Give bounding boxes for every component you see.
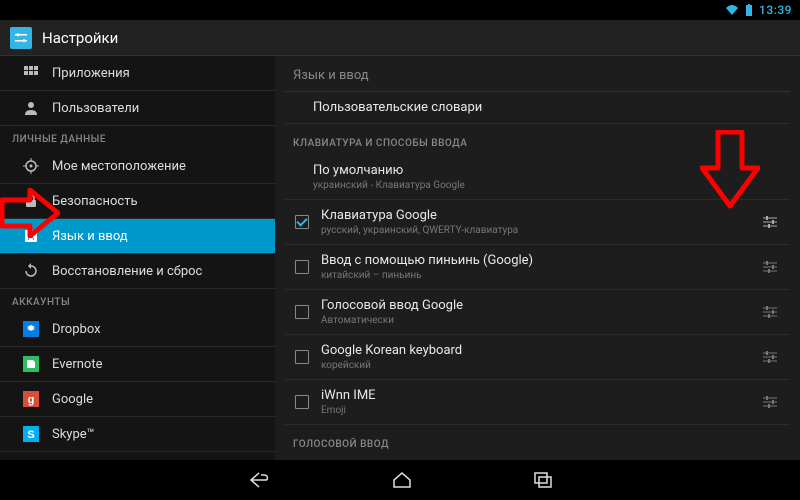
battery-icon: [745, 4, 753, 17]
row-voice-search[interactable]: Голосовой поиск: [285, 456, 790, 460]
sidebar-item-label: Безопасность: [52, 194, 138, 209]
detail-pane[interactable]: Язык и ввод Пользовательские словари КЛА…: [275, 56, 800, 460]
sidebar-item-label: Пользователи: [52, 101, 139, 116]
settings-sidebar[interactable]: Приложения Пользователи ЛИЧНЫЕ ДАННЫЕ Мо…: [0, 56, 275, 460]
nav-home-button[interactable]: [391, 470, 413, 490]
settings-sliders-icon[interactable]: [756, 258, 784, 276]
row-ime-korean[interactable]: Google Korean keyboard корейский: [285, 335, 790, 380]
sidebar-item-backup-reset[interactable]: Восстановление и сброс: [0, 254, 275, 289]
sidebar-item-label: Мое местоположение: [52, 159, 186, 174]
row-ime-iwnn[interactable]: iWnn IME Emoji: [285, 380, 790, 425]
settings-sliders-icon[interactable]: [756, 348, 784, 366]
dropbox-icon: [22, 320, 40, 338]
checkbox[interactable]: [291, 350, 313, 364]
sidebar-header-accounts: АККАУНТЫ: [0, 289, 275, 312]
sidebar-item-label: Приложения: [52, 66, 130, 81]
sidebar-item-location[interactable]: Мое местоположение: [0, 149, 275, 184]
sidebar-item-users[interactable]: Пользователи: [0, 91, 275, 126]
row-subtitle: Emoji: [321, 405, 748, 416]
sidebar-item-label: Dropbox: [52, 322, 101, 337]
sidebar-item-google[interactable]: g Google: [0, 382, 275, 417]
row-title: iWnn IME: [321, 388, 748, 403]
backup-icon: [22, 262, 40, 280]
sidebar-item-dropbox[interactable]: Dropbox: [0, 312, 275, 347]
row-title: Клавиатура Google: [321, 208, 748, 223]
wifi-icon: [725, 4, 739, 16]
sidebar-item-label: Язык и ввод: [52, 229, 128, 244]
sidebar-item-skype[interactable]: S Skype™: [0, 417, 275, 452]
nav-recent-button[interactable]: [533, 471, 553, 489]
checkbox[interactable]: [291, 260, 313, 274]
google-icon: g: [22, 390, 40, 408]
settings-app-icon[interactable]: [10, 27, 32, 49]
checkbox[interactable]: [291, 215, 313, 229]
status-bar: 13:39: [0, 0, 800, 20]
sidebar-item-label: Evernote: [52, 357, 102, 372]
nav-back-button[interactable]: [247, 470, 271, 490]
row-subtitle: Автоматически: [321, 315, 748, 326]
sidebar-item-vk[interactable]: B ВКонтакте: [0, 452, 275, 460]
row-user-dictionaries[interactable]: Пользовательские словари: [285, 92, 790, 124]
clock: 13:39: [759, 3, 792, 17]
row-title: Ввод с помощью пиньинь (Google): [321, 253, 748, 268]
row-subtitle: русский, украинский, QWERTY-клавиатура: [321, 225, 748, 236]
sidebar-header-personal: ЛИЧНЫЕ ДАННЫЕ: [0, 126, 275, 149]
main-content: Приложения Пользователи ЛИЧНЫЕ ДАННЫЕ Мо…: [0, 56, 800, 460]
users-icon: [22, 99, 40, 117]
row-subtitle: китайский – пиньинь: [321, 270, 748, 281]
annotation-arrow-left: [0, 188, 60, 238]
svg-text:g: g: [28, 394, 35, 406]
settings-sliders-icon[interactable]: [756, 303, 784, 321]
row-ime-pinyin[interactable]: Ввод с помощью пиньинь (Google) китайски…: [285, 245, 790, 290]
nav-bar: [0, 460, 800, 500]
action-bar: Настройки: [0, 20, 800, 56]
row-title: Голосовой ввод Google: [321, 298, 748, 313]
evernote-icon: [22, 355, 40, 373]
location-icon: [22, 157, 40, 175]
row-title: Пользовательские словари: [313, 100, 784, 115]
sidebar-item-label: Skype™: [52, 427, 95, 442]
page-title: Настройки: [42, 29, 118, 47]
row-ime-voice-google[interactable]: Голосовой ввод Google Автоматически: [285, 290, 790, 335]
sidebar-item-label: Восстановление и сброс: [52, 264, 202, 279]
settings-sliders-icon[interactable]: [756, 393, 784, 411]
checkbox[interactable]: [291, 395, 313, 409]
apps-icon: [22, 64, 40, 82]
screen: 13:39 Настройки Приложения Пользователи …: [0, 0, 800, 500]
settings-sliders-icon[interactable]: [756, 213, 784, 231]
checkbox[interactable]: [291, 305, 313, 319]
detail-pane-title: Язык и ввод: [285, 56, 790, 92]
sidebar-item-evernote[interactable]: Evernote: [0, 347, 275, 382]
sidebar-item-label: Google: [52, 392, 93, 407]
row-subtitle: корейский: [321, 360, 748, 371]
skype-icon: S: [22, 425, 40, 443]
sidebar-item-apps[interactable]: Приложения: [0, 56, 275, 91]
annotation-arrow-right: [700, 130, 760, 210]
row-title: Google Korean keyboard: [321, 343, 748, 358]
group-voice-header: ГОЛОСОВОЙ ВВОД: [285, 425, 790, 456]
svg-text:S: S: [27, 429, 34, 441]
